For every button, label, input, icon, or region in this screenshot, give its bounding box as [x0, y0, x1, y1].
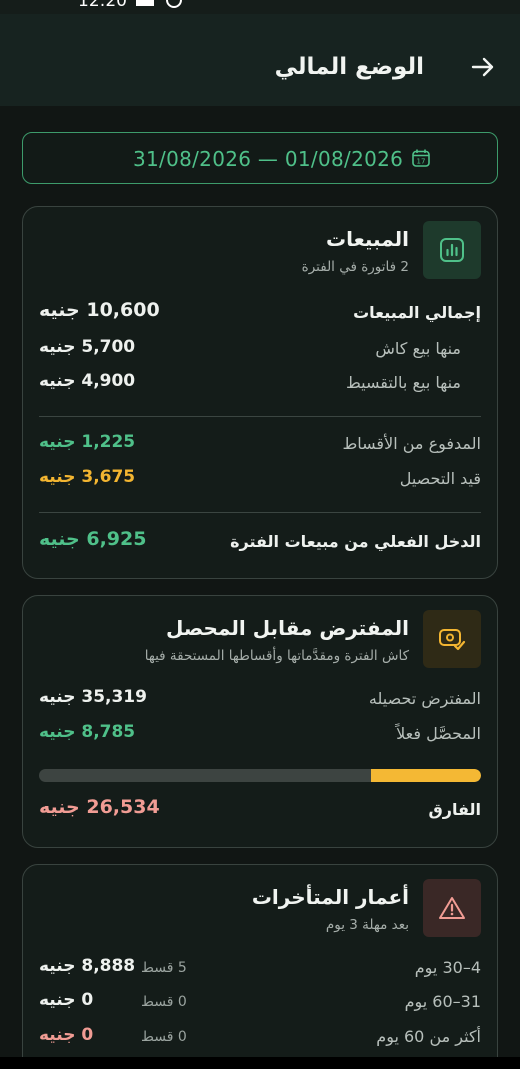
- installments-paid-row: المدفوع من الأقساط 1,225 جنيه: [39, 432, 481, 458]
- collection-icon-box: [423, 610, 481, 668]
- aging-title: أعمار المتأخرات: [251, 885, 409, 909]
- row-amount: 8,785 جنيه: [39, 722, 136, 742]
- expected-row: المفترض تحصيله 35,319 جنيه: [39, 687, 481, 713]
- collection-card: المفترض مقابل المحصل كاش الفترة ومقدَّما…: [22, 595, 498, 848]
- row-label: 31–60 يوم: [404, 992, 481, 1011]
- actual-income-row: الدخل الفعلي من مبيعات الفترة 6,925 جنيه: [39, 528, 481, 556]
- collection-title: المفترض مقابل المحصل: [166, 616, 409, 640]
- row-amount: 4,900 جنيه: [39, 371, 136, 391]
- arrow-right-icon[interactable]: [470, 54, 496, 80]
- sales-subtitle: 2 فاتورة في الفترة: [301, 259, 409, 275]
- signal-battery-icon: [430, 0, 482, 6]
- row-label: إجمالي المبيعات: [353, 303, 481, 322]
- row-count: 5 قسط: [141, 960, 187, 976]
- date-range-picker[interactable]: 31/08/2026 — 01/08/2026 17: [22, 132, 498, 184]
- aging-icon-box: [423, 879, 481, 937]
- notification-icon: [136, 0, 154, 6]
- row-amount: 1,225 جنيه: [39, 432, 136, 452]
- row-label: الدخل الفعلي من مبيعات الفترة: [230, 532, 481, 551]
- collection-subtitle: كاش الفترة ومقدَّماتها وأقساطها المستحقة…: [144, 648, 409, 664]
- row-amount: 0 جنيه: [39, 990, 94, 1010]
- row-amount: 0 جنيه: [39, 1025, 94, 1045]
- row-count: 0 قسط: [141, 994, 187, 1010]
- collected-row: المحصَّل فعلاً 8,785 جنيه: [39, 722, 481, 748]
- row-label: منها بيع بالتقسيط: [345, 373, 461, 392]
- aging-row: 4–30 يوم 5 قسط 8,888 جنيه: [39, 956, 481, 982]
- row-amount: 35,319 جنيه: [39, 687, 147, 707]
- row-amount: 6,925 جنيه: [39, 528, 147, 550]
- row-label: منها بيع كاش: [375, 339, 461, 358]
- sales-installment-row: منها بيع بالتقسيط 4,900 جنيه: [39, 371, 481, 397]
- system-nav-bar: [0, 1057, 520, 1069]
- date-range-text: 31/08/2026 — 01/08/2026: [133, 147, 404, 171]
- sales-total-row: إجمالي المبيعات 10,600 جنيه: [39, 299, 481, 327]
- warning-icon: [439, 897, 465, 919]
- row-label: الفارق: [428, 800, 481, 819]
- svg-text:17: 17: [417, 158, 426, 166]
- app-bar: الوضع المالي: [0, 14, 520, 106]
- row-label: قيد التحصيل: [399, 469, 481, 488]
- collection-progress-bar: [39, 769, 481, 782]
- aging-subtitle: بعد مهلة 3 يوم: [325, 917, 409, 933]
- row-amount: 3,675 جنيه: [39, 467, 136, 487]
- status-bar: 12:20: [0, 0, 520, 14]
- row-amount: 8,888 جنيه: [39, 956, 136, 976]
- row-amount: 10,600 جنيه: [39, 299, 160, 321]
- aging-card: أعمار المتأخرات بعد مهلة 3 يوم 4–30 يوم …: [22, 864, 498, 1069]
- pending-collection-row: قيد التحصيل 3,675 جنيه: [39, 467, 481, 493]
- sales-title: المبيعات: [326, 227, 409, 251]
- aging-row: أكثر من 60 يوم 0 قسط 0 جنيه: [39, 1025, 481, 1051]
- sync-icon: [166, 0, 182, 8]
- sales-card: المبيعات 2 فاتورة في الفترة إجمالي المبي…: [22, 206, 498, 579]
- row-amount: 26,534 جنيه: [39, 796, 160, 818]
- bar-chart-icon: [440, 238, 464, 262]
- row-amount: 5,700 جنيه: [39, 337, 136, 357]
- row-label: المفترض تحصيله: [368, 689, 481, 708]
- progress-fill: [370, 769, 481, 782]
- calendar-icon: 17: [412, 149, 430, 167]
- status-time: 12:20: [78, 0, 127, 11]
- row-label: 4–30 يوم: [414, 958, 481, 977]
- sales-icon-box: [423, 221, 481, 279]
- divider: [39, 416, 481, 417]
- row-label: أكثر من 60 يوم: [376, 1027, 481, 1046]
- sales-cash-row: منها بيع كاش 5,700 جنيه: [39, 337, 481, 363]
- cash-check-icon: [439, 629, 466, 651]
- aging-row: 31–60 يوم 0 قسط 0 جنيه: [39, 990, 481, 1016]
- row-count: 0 قسط: [141, 1029, 187, 1045]
- page-title: الوضع المالي: [274, 54, 424, 80]
- difference-row: الفارق 26,534 جنيه: [39, 796, 481, 824]
- row-label: المدفوع من الأقساط: [342, 434, 481, 453]
- divider: [39, 512, 481, 513]
- row-label: المحصَّل فعلاً: [396, 724, 481, 743]
